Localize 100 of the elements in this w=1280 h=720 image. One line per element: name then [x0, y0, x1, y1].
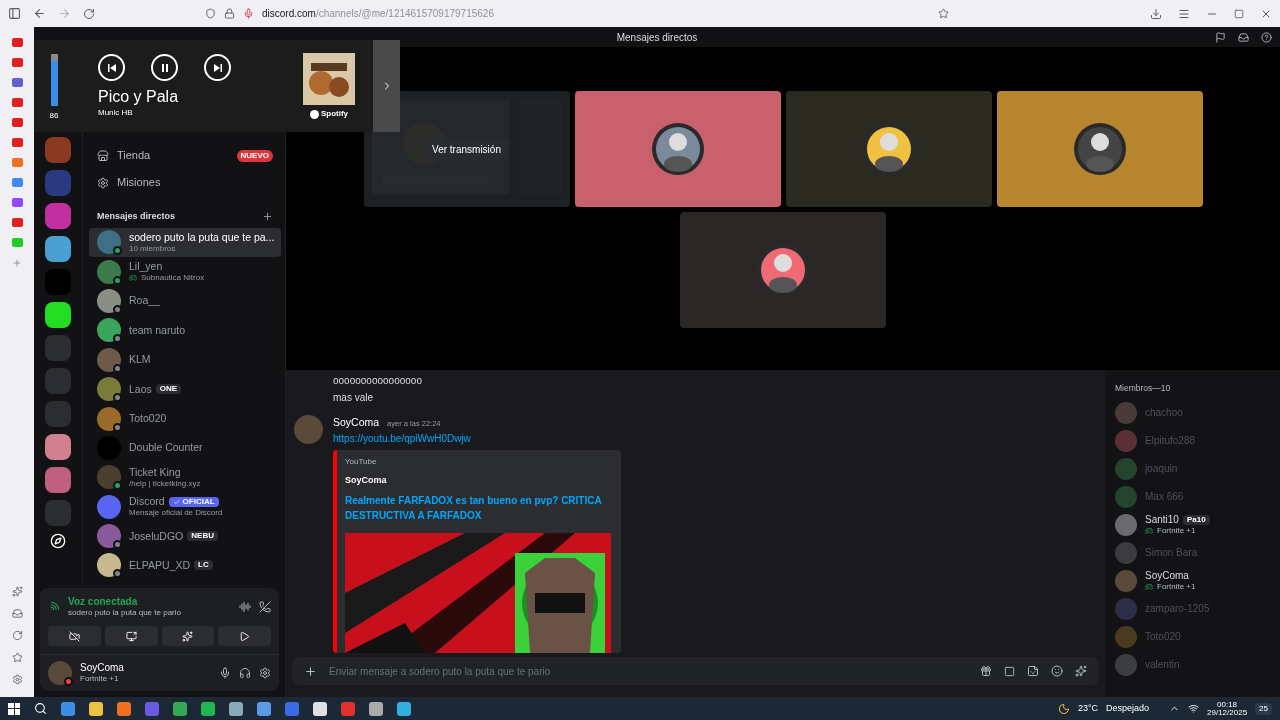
attach-icon[interactable] — [304, 664, 317, 678]
help-icon[interactable] — [1261, 31, 1272, 43]
tray-icon[interactable] — [11, 608, 23, 619]
download-icon[interactable] — [1150, 7, 1162, 20]
dm-item[interactable]: Double Counter — [89, 433, 281, 463]
settings-icon[interactable] — [11, 674, 23, 685]
member-name: Toto020 — [1145, 630, 1181, 643]
member-name: Simon Bara — [1145, 546, 1198, 559]
message-field[interactable]: Enviar mensaje a sodero puto la puta que te pario — [292, 657, 1099, 685]
explore-icon[interactable] — [50, 533, 66, 549]
server-icon[interactable] — [45, 467, 71, 493]
back-icon[interactable] — [33, 7, 46, 20]
tab-icon[interactable] — [11, 198, 23, 207]
avatar-drawing — [650, 122, 705, 176]
dm-item[interactable]: Toto020 — [89, 403, 281, 434]
tab-icon[interactable] — [11, 218, 23, 227]
noise-icon[interactable] — [239, 600, 251, 613]
window-title: Mensajes directos — [616, 30, 698, 45]
tab-icon[interactable] — [11, 178, 23, 187]
participant-tile[interactable] — [785, 91, 992, 207]
sidebar-toggle-icon[interactable] — [8, 7, 21, 20]
watch-stream-button[interactable]: Ver transmisión — [424, 137, 509, 161]
member-item[interactable]: Santi10 Pa10 Fortnite +1 — [1115, 510, 1280, 539]
previous-icon — [106, 62, 117, 73]
participant-tile[interactable] — [996, 91, 1203, 207]
new-badge: NUEVO — [236, 149, 273, 162]
message-link[interactable]: https://youtu.be/qpiWwH0Dwjw — [333, 430, 621, 446]
user-tag: NEBU — [187, 531, 218, 542]
pause-button[interactable] — [151, 54, 178, 81]
dm-item[interactable]: JoseluDGO NEBU — [89, 521, 281, 551]
voice-action-button[interactable] — [218, 626, 271, 646]
tab-icon[interactable] — [11, 98, 23, 107]
menu-icon[interactable] — [1178, 7, 1190, 20]
stream-tile[interactable]: Ver transmisión — [363, 91, 570, 207]
dm-item[interactable]: team naruto — [89, 315, 281, 346]
dm-item[interactable]: Roa__ — [89, 286, 281, 316]
tab-icon[interactable] — [11, 78, 23, 87]
voice-action-button[interactable] — [104, 626, 158, 646]
track-title: Pico y Pala — [98, 87, 180, 107]
store-icon — [97, 149, 109, 162]
dm-item[interactable]: Ticket King /help | ticketking.xyz — [89, 462, 281, 492]
member-name: Santi10 — [1145, 513, 1179, 526]
tab-icon[interactable] — [11, 38, 23, 47]
dm-item[interactable]: Discord OFICIAL Mensaje oficial de Discord — [89, 492, 281, 522]
gift-icon[interactable] — [980, 665, 992, 677]
sticker-icon[interactable] — [1027, 665, 1039, 677]
embed-title[interactable]: Realmente FARFADOX es tan bueno en pvp? CRITICA DESTRUCTIVA A FARFADOX — [345, 493, 613, 524]
taskbar-app-icon[interactable] — [117, 701, 131, 716]
participant-tile[interactable] — [574, 91, 781, 207]
dm-item[interactable]: ELPAPU_XD LC — [89, 550, 281, 581]
dm-item[interactable]: KLM — [89, 345, 281, 375]
settings-icon[interactable] — [259, 667, 271, 679]
voice-channel: sodero puto la puta que te pario — [68, 608, 181, 618]
embed-provider: YouTube — [345, 455, 378, 468]
dm-item[interactable]: sodero puto la puta que te pa... 10 miembros — [89, 227, 281, 257]
inbox-icon[interactable] — [1238, 31, 1249, 43]
search-icon[interactable] — [34, 702, 47, 715]
member-item[interactable]: SoyComa Fortnite +1 — [1115, 566, 1280, 595]
taskbar-app-icon[interactable] — [173, 701, 187, 716]
start-icon[interactable] — [8, 702, 20, 715]
maximize-icon[interactable] — [1234, 8, 1244, 19]
taskbar-app-icon[interactable] — [229, 701, 243, 716]
add-icon[interactable] — [262, 211, 273, 223]
network-icon[interactable] — [1188, 703, 1200, 714]
nav-item[interactable]: Tienda NUEVO — [89, 142, 281, 169]
voice-action-button[interactable] — [48, 626, 101, 646]
dm-name: Lil_yen — [129, 260, 163, 274]
participant-tile[interactable] — [680, 212, 886, 328]
taskbar-app-icon[interactable] — [89, 701, 103, 716]
play-icon — [239, 630, 251, 642]
voice-action-button[interactable] — [161, 626, 215, 646]
next-button[interactable] — [204, 54, 231, 81]
headphones-icon[interactable] — [239, 667, 251, 679]
dm-name: Laos — [129, 382, 152, 396]
history-icon[interactable] — [11, 630, 23, 641]
nav-item[interactable]: Misiones — [89, 169, 281, 196]
star-icon[interactable] — [11, 652, 23, 663]
tab-icon[interactable] — [11, 58, 23, 67]
taskbar-app-icon[interactable] — [257, 701, 271, 716]
taskbar-app-icon[interactable] — [313, 701, 327, 716]
notification-badge[interactable]: 25 — [1255, 702, 1272, 715]
disconnect-icon[interactable] — [259, 600, 271, 613]
tab-icon[interactable] — [11, 158, 23, 167]
dm-item[interactable]: Lil_yen Subnautica Nitrox — [89, 256, 281, 287]
taskbar-app-icon[interactable] — [201, 701, 215, 716]
sparkle-icon[interactable] — [11, 586, 23, 597]
flag-icon[interactable] — [1215, 31, 1226, 43]
previous-button[interactable] — [98, 54, 125, 81]
emoji-icon[interactable] — [1051, 665, 1063, 677]
tab-icon[interactable] — [11, 138, 23, 147]
server-icon[interactable] — [45, 236, 71, 262]
microphone-icon[interactable] — [219, 667, 231, 679]
message-input[interactable]: Enviar mensaje a sodero puto la puta que te pario — [329, 663, 968, 679]
reload-icon[interactable] — [83, 7, 95, 20]
taskbar-app-icon[interactable] — [369, 701, 383, 716]
server-icon[interactable] — [45, 434, 71, 460]
tab-icon[interactable] — [11, 118, 23, 127]
taskbar-app-icon[interactable] — [397, 701, 411, 716]
dm-item[interactable]: Laos ONE — [89, 374, 281, 404]
server-icon[interactable] — [45, 302, 71, 328]
